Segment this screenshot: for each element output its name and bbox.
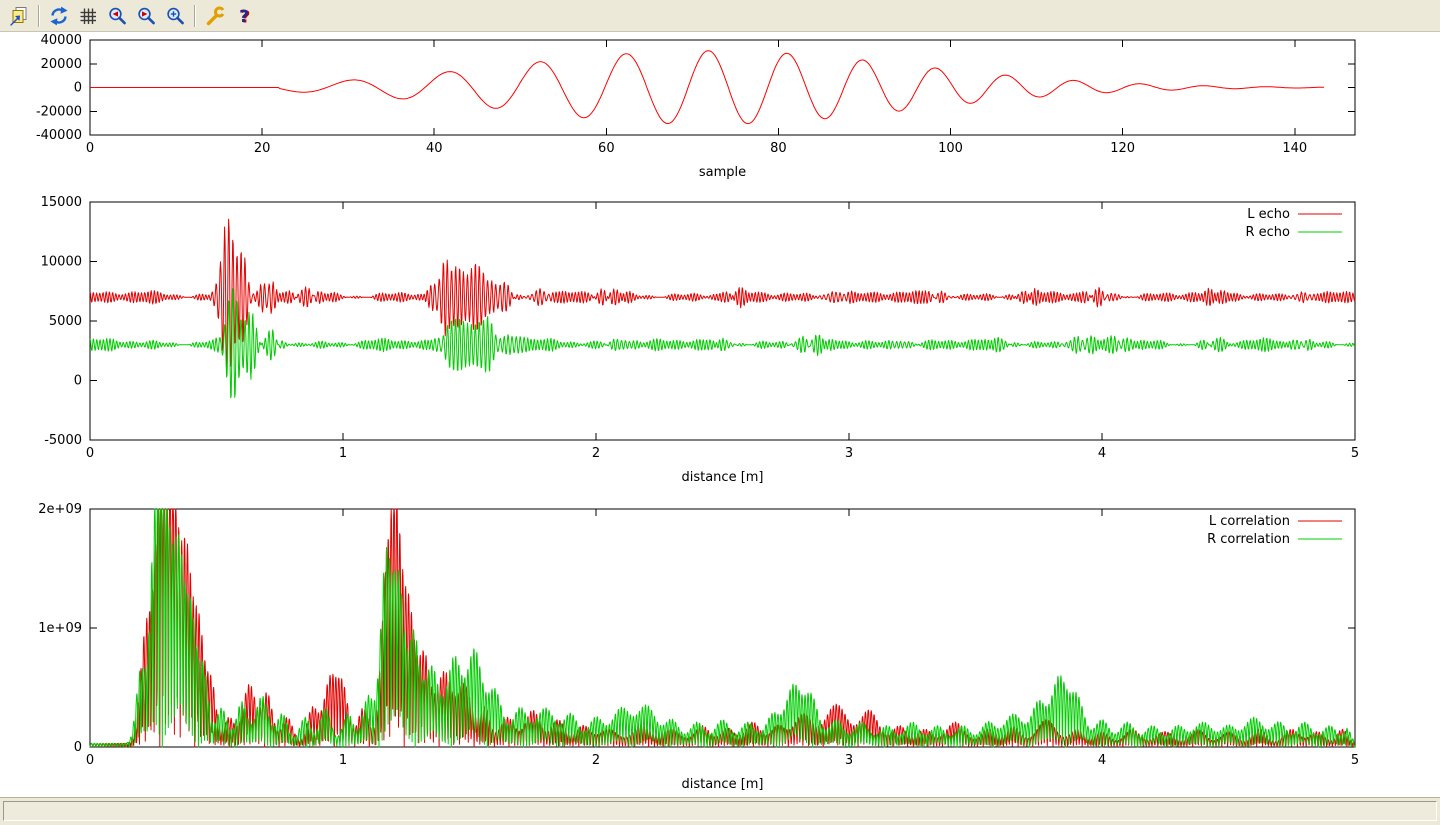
svg-text:2: 2 [592, 753, 600, 768]
svg-text:sample: sample [699, 165, 746, 180]
svg-text:80: 80 [770, 141, 787, 156]
svg-text:10000: 10000 [41, 255, 82, 270]
svg-text:0: 0 [86, 141, 94, 156]
svg-text:3: 3 [845, 753, 853, 768]
svg-text:3: 3 [845, 446, 853, 461]
svg-text:1e+09: 1e+09 [38, 621, 82, 636]
wrench-icon [204, 5, 226, 27]
svg-text:100: 100 [938, 141, 963, 156]
toggle-grid-button[interactable] [74, 2, 101, 29]
svg-text:distance [m]: distance [m] [681, 777, 763, 792]
svg-text:1: 1 [339, 446, 347, 461]
svg-text:20000: 20000 [41, 57, 82, 72]
gnuplot-window: ? ? 020406080100120140-40000-20000020000… [0, 0, 1440, 825]
zoom-next-button[interactable] [132, 2, 159, 29]
svg-text:40: 40 [426, 141, 443, 156]
svg-text:0: 0 [86, 446, 94, 461]
svg-text:-20000: -20000 [36, 104, 82, 119]
svg-text:120: 120 [1110, 141, 1135, 156]
svg-text:5: 5 [1351, 753, 1359, 768]
svg-text:1: 1 [339, 753, 347, 768]
plots-svg: 020406080100120140-40000-200000200004000… [0, 32, 1440, 797]
chart-pulse[interactable]: 0 20 40 60 80 100 120 140 -40000 -20000 0 20000 4000… [36, 33, 1355, 180]
zoom-next-icon [135, 5, 157, 27]
toolbar-separator [38, 5, 39, 27]
svg-text:distance [m]: distance [m] [681, 470, 763, 485]
svg-text:-40000: -40000 [36, 128, 82, 143]
svg-text:15000: 15000 [41, 195, 82, 210]
chart-correlation[interactable]: 0 1 2 3 4 5 0 1e+09 2e+09 distance [m] L correlati… [38, 502, 1359, 792]
zoom-previous-button[interactable] [103, 2, 130, 29]
copy-plot-icon [8, 5, 30, 27]
svg-text:20: 20 [254, 141, 271, 156]
svg-text:2e+09: 2e+09 [38, 502, 82, 517]
svg-text:-5000: -5000 [44, 433, 82, 448]
svg-text:5: 5 [1351, 446, 1359, 461]
svg-text:0: 0 [74, 740, 82, 755]
svg-text:R echo: R echo [1245, 225, 1290, 240]
svg-text:?: ? [239, 7, 249, 27]
refresh-icon [48, 5, 70, 27]
toolbar-separator [194, 5, 195, 27]
svg-text:60: 60 [598, 141, 615, 156]
svg-text:0: 0 [74, 81, 82, 96]
svg-text:4: 4 [1098, 753, 1106, 768]
status-text [3, 801, 1437, 821]
svg-text:0: 0 [74, 374, 82, 389]
replot-button[interactable] [45, 2, 72, 29]
chart-echo[interactable]: 0 1 2 3 4 5 -5000 0 5000 10000 15000 distance [m] L … [41, 195, 1360, 485]
grid-icon [77, 5, 99, 27]
plot-canvas: 020406080100120140-40000-200000200004000… [0, 32, 1440, 797]
autoscale-button[interactable] [161, 2, 188, 29]
status-bar [0, 797, 1440, 825]
configure-button[interactable] [201, 2, 228, 29]
svg-text:4: 4 [1098, 446, 1106, 461]
svg-text:L correlation: L correlation [1209, 514, 1290, 529]
svg-text:L echo: L echo [1247, 207, 1290, 222]
svg-text:2: 2 [592, 446, 600, 461]
svg-text:40000: 40000 [41, 33, 82, 48]
svg-text:5000: 5000 [49, 314, 82, 329]
help-button[interactable]: ? ? [230, 2, 257, 29]
toolbar: ? ? [0, 0, 1440, 32]
svg-text:140: 140 [1282, 141, 1307, 156]
copy-plot-button[interactable] [5, 2, 32, 29]
help-icon: ? ? [233, 5, 255, 27]
svg-text:0: 0 [86, 753, 94, 768]
autoscale-icon [164, 5, 186, 27]
zoom-previous-icon [106, 5, 128, 27]
svg-text:R correlation: R correlation [1207, 532, 1290, 547]
